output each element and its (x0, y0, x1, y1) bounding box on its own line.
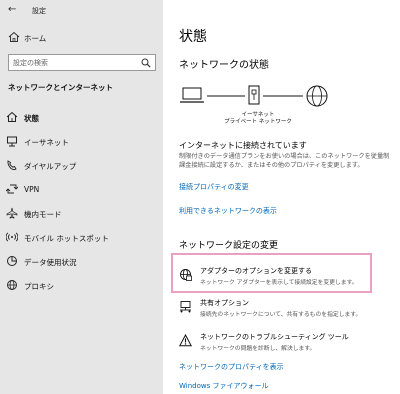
router-icon (248, 85, 260, 105)
sharing-options[interactable]: 共有オプション 接続先のネットワークについて、共有するものを指定します。 (179, 298, 379, 324)
sidebar-item-vpn[interactable]: VPN (0, 178, 163, 200)
sharing-icon (180, 301, 191, 313)
sidebar-section-title: ネットワークとインターネット (8, 83, 113, 92)
highlight-box (171, 253, 372, 293)
diagram-caption: イーサネット プライベート ネットワーク (223, 112, 293, 126)
airplane-icon (6, 207, 18, 219)
sidebar-item-label: モバイル ホットスポット (24, 234, 109, 243)
home-icon (8, 31, 20, 42)
back-arrow-icon[interactable]: ← (8, 4, 16, 15)
sidebar: ← 設定 ホーム 設定の検索 ネットワークとインターネット 状態 イーサネット … (0, 0, 163, 394)
sidebar-item-label: VPN (24, 185, 40, 194)
title-bar: ← 設定 (0, 0, 163, 24)
sidebar-item-dialup[interactable]: ダイヤルアップ (0, 154, 163, 176)
change-connection-properties-link[interactable]: 接続プロパティの変更 (179, 182, 249, 192)
window-title: 設定 (32, 7, 46, 15)
option-title: 共有オプション (200, 299, 249, 307)
sidebar-item-label: 機内モード (24, 210, 62, 219)
computer-icon (180, 87, 204, 103)
ethernet-icon (7, 136, 17, 147)
home-label: ホーム (24, 34, 47, 43)
show-network-properties-link[interactable]: ネットワークのプロパティを表示 (179, 362, 284, 372)
home-link[interactable]: ホーム (0, 30, 163, 46)
internet-globe-icon (306, 85, 328, 107)
warning-icon (179, 334, 192, 347)
diagram-caption-line2: プライベート ネットワーク (224, 119, 292, 125)
hotspot-icon (6, 232, 18, 242)
sidebar-item-data-usage[interactable]: データ使用状況 (0, 250, 163, 272)
search-placeholder: 設定の検索 (13, 59, 48, 67)
show-available-networks-link[interactable]: 利用できるネットワークの表示 (179, 206, 277, 216)
dialup-phone-icon (7, 160, 17, 171)
sidebar-item-label: ダイヤルアップ (24, 162, 77, 171)
option-description: 接続先のネットワークについて、共有するものを指定します。 (200, 312, 362, 318)
option-title: ネットワークのトラブルシューティング ツール (200, 333, 349, 341)
sidebar-item-mobile-hotspot[interactable]: モバイル ホットスポット (0, 226, 163, 248)
network-troubleshooter[interactable]: ネットワークのトラブルシューティング ツール ネットワークの問題を診断し、解決し… (179, 332, 379, 358)
sidebar-item-ethernet[interactable]: イーサネット (0, 130, 163, 152)
sidebar-item-label: 状態 (24, 114, 39, 123)
sidebar-item-label: データ使用状況 (24, 258, 77, 267)
data-usage-icon (7, 256, 17, 266)
main-content: 状態 ネットワークの状態 イーサネット プライベート ネットワーク インターネッ… (163, 0, 400, 394)
connection-status: インターネットに接続されています (179, 141, 307, 150)
search-icon (141, 58, 151, 68)
diagram-caption-line1: イーサネット (241, 112, 275, 118)
sidebar-item-label: プロキシ (24, 282, 54, 291)
vpn-icon (6, 184, 18, 194)
settings-search-input[interactable]: 設定の検索 (8, 54, 156, 71)
windows-firewall-link[interactable]: Windows ファイアウォール (179, 381, 268, 391)
change-network-settings-heading: ネットワーク設定の変更 (179, 241, 279, 251)
page-title: 状態 (179, 29, 207, 45)
sidebar-item-label: イーサネット (24, 138, 69, 147)
sidebar-item-status[interactable]: 状態 (0, 106, 163, 128)
home-network-icon (6, 111, 18, 122)
network-status-heading: ネットワークの状態 (179, 60, 269, 71)
globe-icon (7, 280, 17, 290)
sidebar-item-proxy[interactable]: プロキシ (0, 274, 163, 296)
option-description: ネットワークの問題を診断し、解決します。 (200, 346, 316, 352)
connection-status-description: 制限付きのデータ通信プランをお使いの場合は、このネットワークを従量制課金接続に設… (179, 153, 390, 169)
sidebar-item-airplane-mode[interactable]: 機内モード (0, 202, 163, 224)
